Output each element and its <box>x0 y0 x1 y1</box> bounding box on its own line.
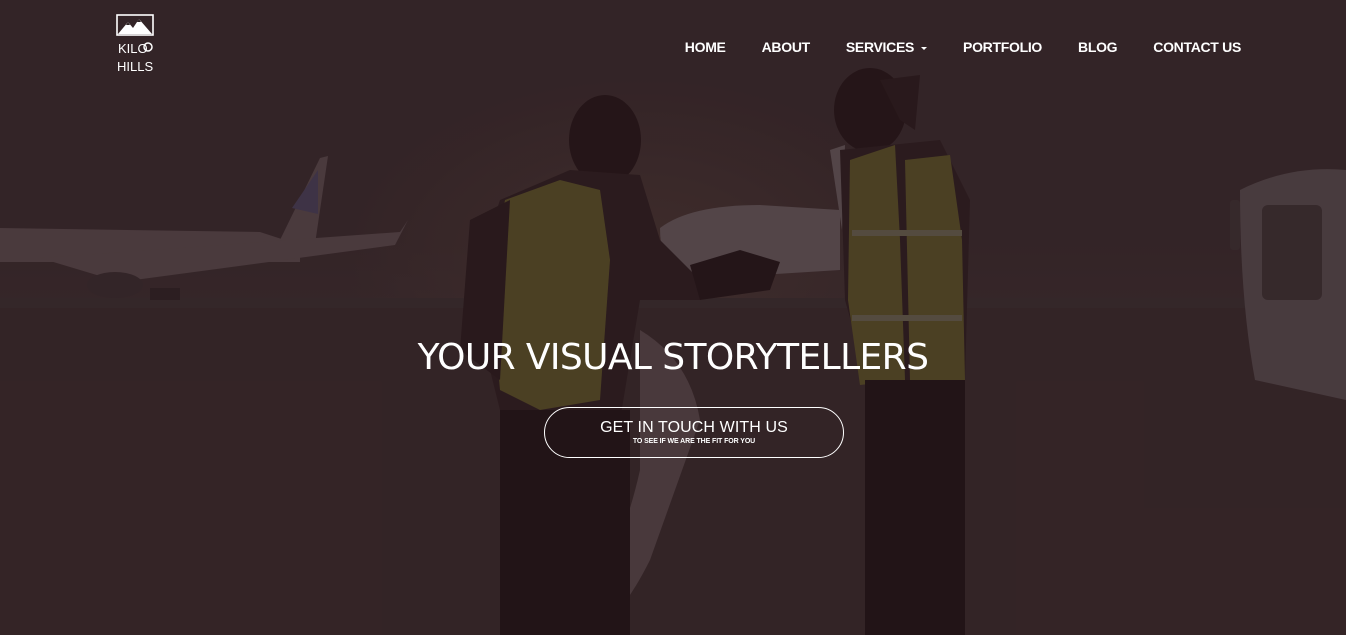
nav-home[interactable]: HOME <box>685 37 726 57</box>
nav-portfolio[interactable]: PORTFOLIO <box>927 37 1042 57</box>
logo-text-line2: HILLS <box>117 59 153 74</box>
hero-section <box>0 0 1346 635</box>
nav-blog[interactable]: BLOG <box>1042 37 1118 57</box>
nav-home-label: HOME <box>684 39 726 55</box>
nav-portfolio-label: PORTFOLIO <box>963 39 1043 55</box>
nav-services-label: SERVICES <box>845 39 915 55</box>
nav-about[interactable]: ABOUT <box>726 37 811 57</box>
cta-main-label: GET IN TOUCH WITH US <box>600 419 788 436</box>
logo-mountain-icon: KILO HILLS <box>116 14 154 74</box>
hero-overlay <box>0 0 1346 635</box>
nav-blog-label: BLOG <box>1078 39 1118 55</box>
brand-logo[interactable]: KILO HILLS <box>114 13 156 77</box>
main-nav: HOME ABOUT SERVICES PORTFOLIO BLOG CONTA… <box>685 37 1242 57</box>
hero-headline: YOUR VISUAL STORYTELLERS <box>417 337 929 378</box>
get-in-touch-button[interactable]: GET IN TOUCH WITH US TO SEE IF WE ARE TH… <box>544 407 844 458</box>
logo-text-line1: KILO <box>118 41 148 56</box>
nav-services[interactable]: SERVICES <box>810 37 928 57</box>
nav-contact-us[interactable]: CONTACT US <box>1117 37 1241 57</box>
nav-about-label: ABOUT <box>761 39 811 55</box>
nav-contact-us-label: CONTACT US <box>1153 39 1241 55</box>
cta-sub-label: TO SEE IF WE ARE THE FIT FOR YOU <box>632 438 756 445</box>
